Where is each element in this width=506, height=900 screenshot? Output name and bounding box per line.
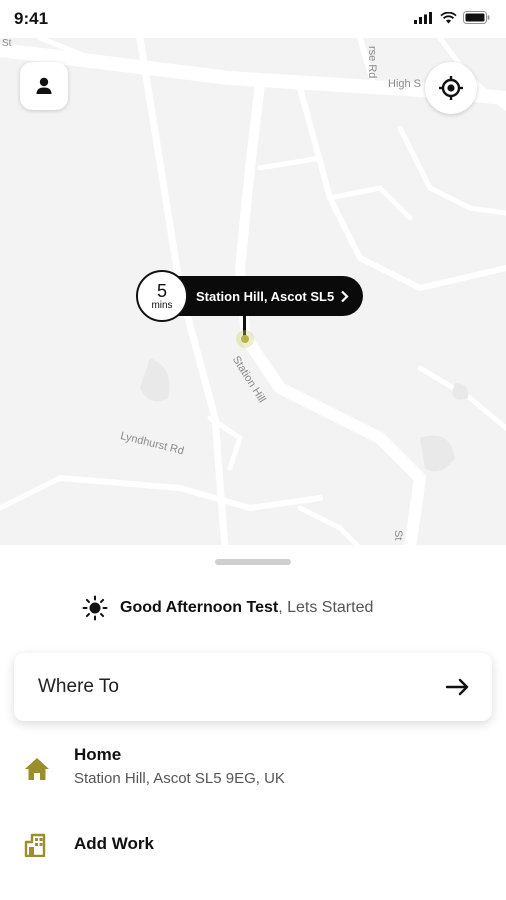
pickup-location-text: Station Hill, Ascot SL5 bbox=[196, 288, 335, 304]
map-view[interactable]: St rse Rd High S Station Hill Lyndhurst … bbox=[0, 38, 506, 548]
saved-place-title: Home bbox=[74, 745, 122, 764]
battery-icon bbox=[463, 11, 490, 24]
sheet-drag-handle[interactable] bbox=[215, 559, 291, 565]
map-label-high-st: High S bbox=[388, 78, 422, 90]
pickup-pin-dot bbox=[236, 330, 254, 348]
where-to-label: Where To bbox=[38, 676, 119, 697]
signal-icon bbox=[414, 11, 432, 24]
work-icon bbox=[24, 833, 46, 857]
chevron-right-icon bbox=[341, 290, 349, 302]
greeting-subtext: , Lets Started bbox=[278, 599, 374, 616]
greeting: Good Afternoon Test, Lets Started bbox=[82, 595, 373, 621]
status-time: 9:41 bbox=[14, 9, 49, 28]
wifi-icon bbox=[440, 11, 457, 23]
pickup-location-label: Station Hill, Ascot SL5 bbox=[178, 276, 364, 316]
sun-icon bbox=[82, 595, 108, 621]
saved-place-home[interactable]: Home Station Hill, Ascot SL5 9EG, UK bbox=[0, 743, 506, 803]
status-icons bbox=[414, 11, 490, 24]
map-label-rose-rd: rse Rd bbox=[366, 46, 378, 79]
bottom-sheet: Good Afternoon Test, Lets Started Where … bbox=[0, 545, 506, 900]
where-to-button[interactable]: Where To bbox=[14, 653, 492, 721]
person-icon bbox=[36, 77, 52, 94]
map-label-st-top-left: St bbox=[2, 38, 12, 49]
eta-badge: 5 mins bbox=[136, 270, 188, 322]
saved-place-address: Station Hill, Ascot SL5 9EG, UK bbox=[74, 770, 285, 787]
add-work-label: Add Work bbox=[74, 834, 154, 853]
profile-button[interactable] bbox=[20, 62, 68, 110]
greeting-name: Good Afternoon Test bbox=[120, 599, 279, 616]
map-label-st-bottom-right: St bbox=[392, 530, 404, 541]
eta-unit: mins bbox=[151, 299, 173, 311]
eta-value: 5 bbox=[156, 280, 167, 301]
status-bar: 9:41 bbox=[0, 0, 506, 38]
arrow-right-icon bbox=[446, 678, 469, 696]
add-work-place[interactable]: Add Work bbox=[0, 831, 506, 871]
home-icon bbox=[25, 758, 49, 780]
pickup-eta-marker[interactable]: 5 mins Station Hill, Ascot SL5 bbox=[136, 268, 364, 324]
crosshair-icon bbox=[439, 76, 463, 100]
locate-me-button[interactable] bbox=[425, 62, 477, 114]
